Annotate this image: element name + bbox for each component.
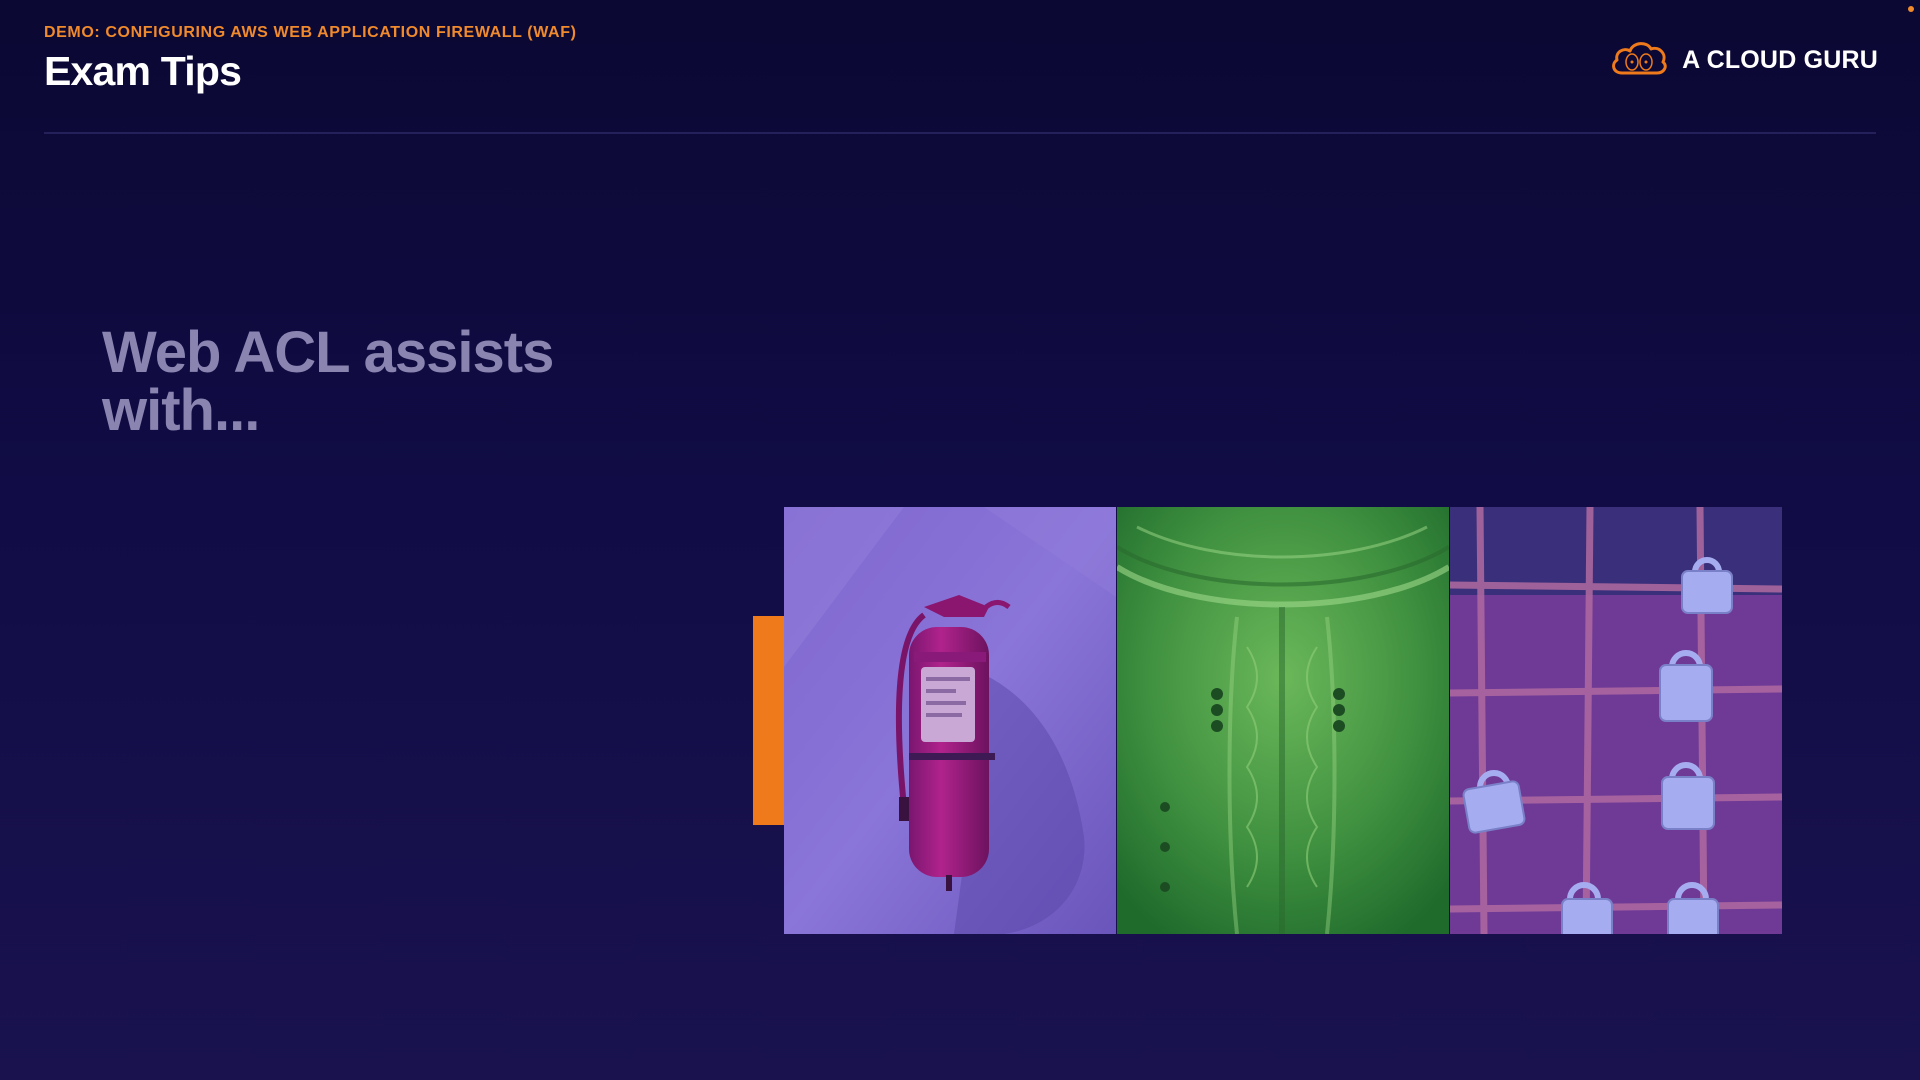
brand-name: A CLOUD GURU [1682,46,1878,74]
fire-extinguisher-image [784,507,1116,934]
armor-image [1117,507,1449,934]
page-title: Exam Tips [44,48,242,94]
section-kicker: DEMO: CONFIGURING AWS WEB APPLICATION FI… [44,24,577,41]
brand-logo: A CLOUD GURU [1608,38,1878,83]
slide-headline: Web ACL assists with... [102,320,554,443]
header-divider [44,132,1876,134]
slide-header: DEMO: CONFIGURING AWS WEB APPLICATION FI… [44,24,577,95]
padlocks-image [1450,507,1782,934]
cloud-logo-icon [1608,38,1670,83]
status-dot [1908,6,1914,12]
